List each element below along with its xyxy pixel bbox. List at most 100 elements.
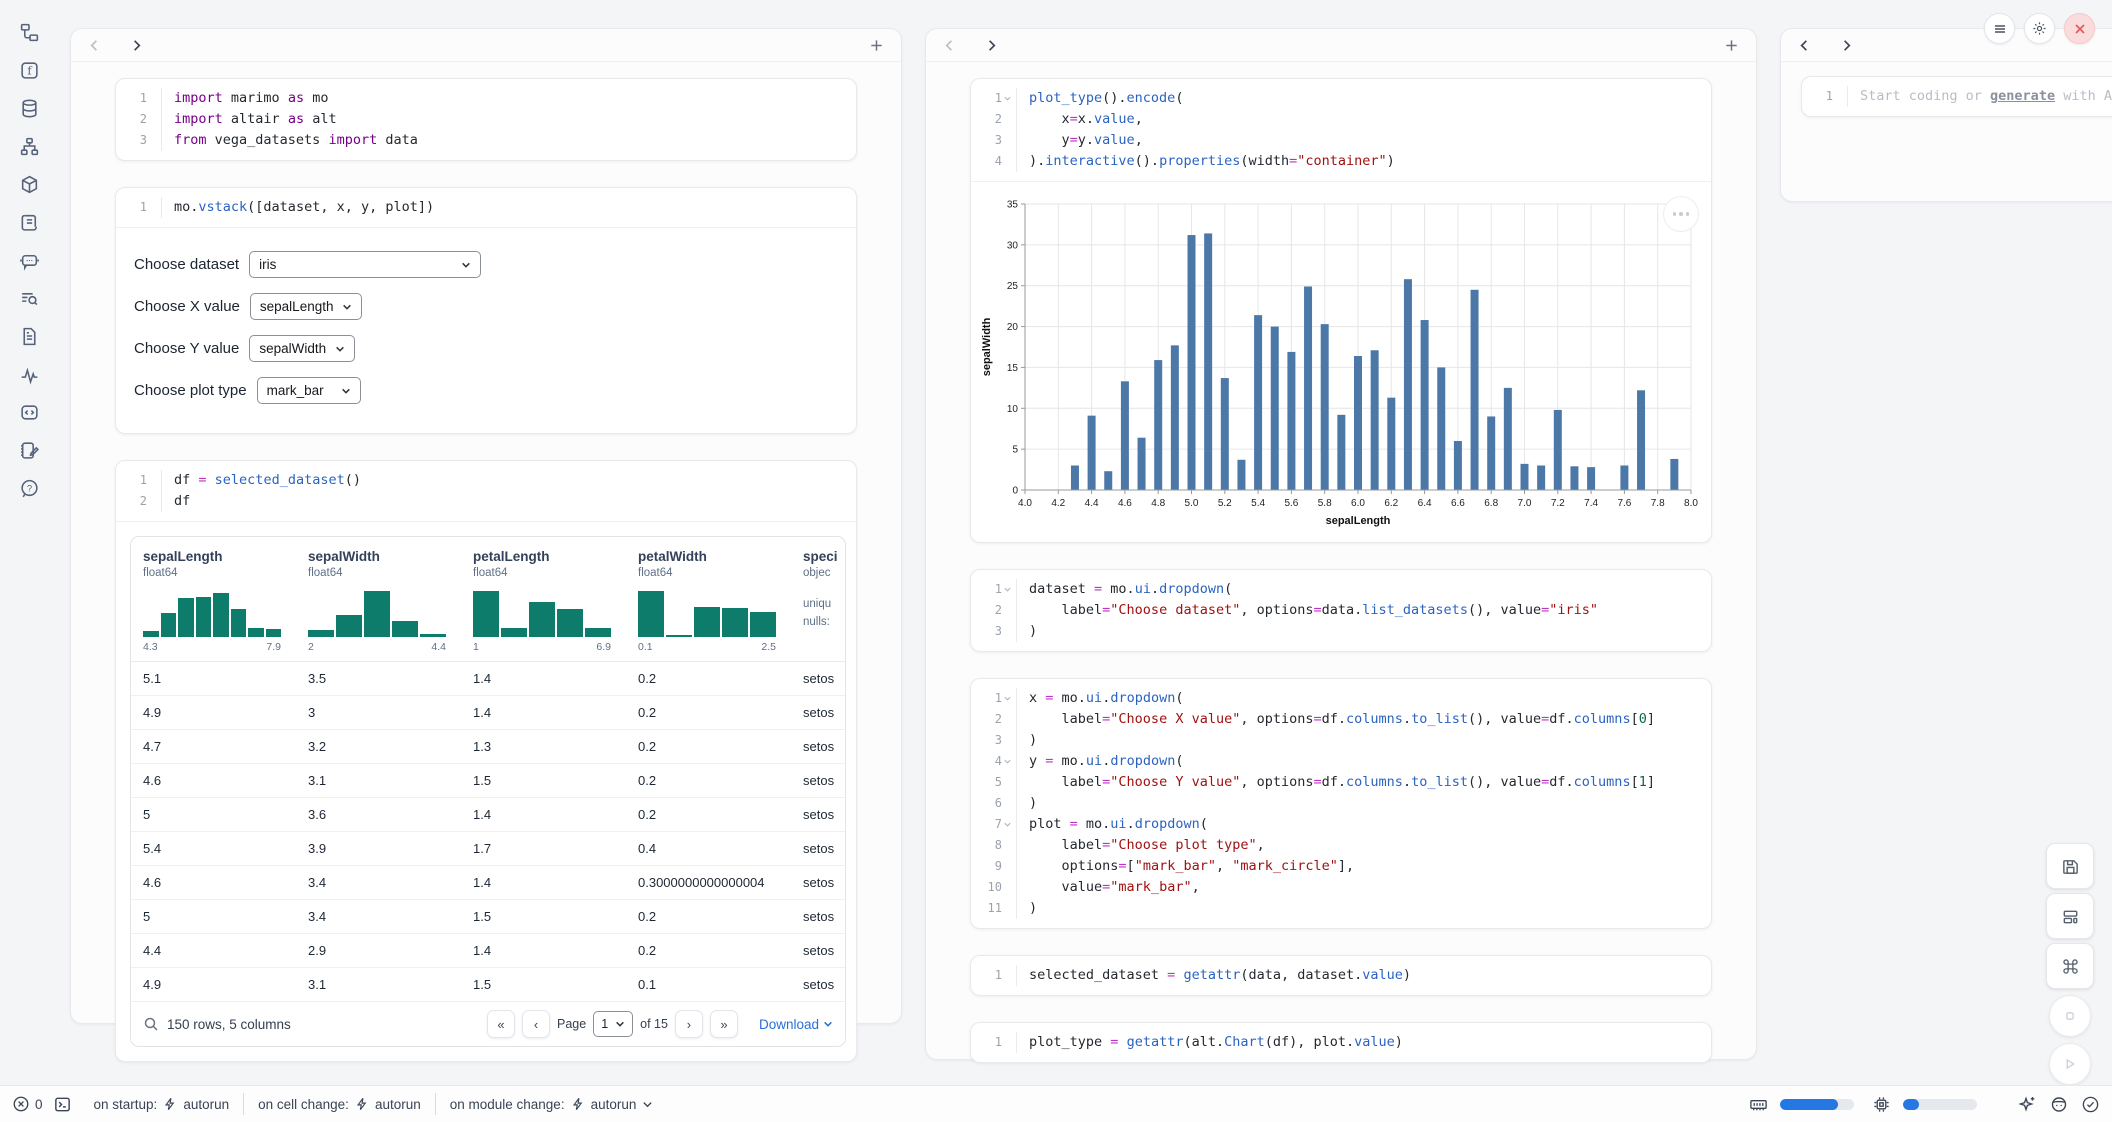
layout-button[interactable] [2046, 893, 2094, 939]
code-editor[interactable]: 1dataset = mo.ui.dropdown(2 label="Choos… [971, 570, 1711, 651]
functions-icon[interactable]: f [17, 58, 41, 82]
code-editor[interactable]: 1Start coding or generate with AI [1802, 77, 2112, 116]
keyboard-shortcuts-button[interactable] [2046, 943, 2094, 989]
table-cell: 3.1 [296, 773, 461, 788]
stop-button[interactable] [2049, 995, 2091, 1037]
scratchpad-icon[interactable] [17, 438, 41, 462]
code-editor[interactable]: 1plot_type = getattr(alt.Chart(df), plot… [971, 1023, 1711, 1062]
packages-icon[interactable] [17, 172, 41, 196]
svg-text:25: 25 [1007, 281, 1019, 292]
svg-text:f: f [27, 63, 32, 77]
search-icon[interactable] [143, 1016, 159, 1032]
table-cell: 3.5 [296, 671, 461, 686]
ai-sparkles-icon[interactable] [2017, 1094, 2037, 1114]
table-row[interactable]: 4.93.11.50.1setos [131, 968, 846, 1002]
table-row[interactable]: 5.43.91.70.4setos [131, 832, 846, 866]
column-prev-icon[interactable] [942, 37, 958, 53]
notebook-column-3: 1Start coding or generate with AI [1780, 28, 2112, 202]
table-row[interactable]: 4.63.41.40.3000000000000004setos [131, 866, 846, 900]
dropdown-select[interactable]: iris [249, 251, 481, 278]
first-page-button[interactable]: « [487, 1010, 515, 1038]
code-editor[interactable]: 1df = selected_dataset()2df [116, 461, 856, 521]
dependency-graph-icon[interactable] [17, 134, 41, 158]
on-cell-change-setting[interactable]: on cell change: autorun [244, 1097, 435, 1112]
table-row[interactable]: 5.13.51.40.2setos [131, 662, 846, 696]
menu-button[interactable] [1984, 13, 2015, 44]
file-tree-icon[interactable] [17, 20, 41, 44]
next-page-button[interactable]: › [675, 1010, 703, 1038]
tracing-icon[interactable] [17, 362, 41, 386]
documentation-icon[interactable] [17, 324, 41, 348]
download-button[interactable]: Download [759, 1017, 833, 1032]
table-row[interactable]: 4.931.40.2setos [131, 696, 846, 730]
column-next-icon[interactable] [129, 37, 145, 53]
table-cell: 4.6 [131, 875, 296, 890]
table-row[interactable]: 53.41.50.2setos [131, 900, 846, 934]
code-line: 1x = mo.ui.dropdown( [975, 688, 1699, 709]
on-module-change-setting[interactable]: on module change: autorun [436, 1097, 668, 1112]
table-cell: 1.5 [461, 773, 626, 788]
prev-page-button[interactable]: ‹ [522, 1010, 550, 1038]
code-line: 2 label="Choose X value", options=df.col… [975, 709, 1699, 730]
chart-actions-icon[interactable] [1663, 196, 1699, 232]
table-cell: 0.2 [626, 705, 791, 720]
code-line: 2df [120, 491, 844, 512]
cell-xyplot-dropdowns: 1x = mo.ui.dropdown(2 label="Choose X va… [970, 678, 1712, 929]
row-count-info: 150 rows, 5 columns [167, 1017, 291, 1032]
table-cell: 5 [131, 909, 296, 924]
logs-search-icon[interactable] [17, 286, 41, 310]
terminal-icon[interactable] [53, 1095, 72, 1114]
column-header: speciobjecuniqunulls: [791, 549, 846, 653]
table-cell: 3.4 [296, 909, 461, 924]
code-editor[interactable]: 1selected_dataset = getattr(data, datase… [971, 956, 1711, 995]
dropdown-select[interactable]: sepalLength [250, 293, 362, 320]
table-cell: setos [791, 773, 846, 788]
on-startup-setting[interactable]: on startup: autorun [80, 1097, 244, 1112]
cell-dataset-dropdown: 1dataset = mo.ui.dropdown(2 label="Choos… [970, 569, 1712, 652]
code-editor[interactable]: 1import marimo as mo2import altair as al… [116, 79, 856, 160]
table-cell: 0.2 [626, 909, 791, 924]
code-editor[interactable]: 1plot_type().encode(2 x=x.value,3 y=y.va… [971, 79, 1711, 181]
page-select[interactable]: 1 [593, 1011, 633, 1037]
add-cell-icon[interactable] [869, 37, 885, 53]
column-histogram [308, 591, 446, 637]
code-editor[interactable]: 1x = mo.ui.dropdown(2 label="Choose X va… [971, 679, 1711, 928]
column-prev-icon[interactable] [1797, 37, 1813, 53]
column-next-icon[interactable] [1839, 37, 1855, 53]
dropdown-row: Choose plot typemark_bar [134, 377, 838, 404]
code-line: 1mo.vstack([dataset, x, y, plot]) [120, 197, 844, 218]
settings-gear-icon[interactable] [2024, 13, 2055, 44]
run-button[interactable] [2049, 1043, 2091, 1085]
last-page-button[interactable]: » [710, 1010, 738, 1038]
table-row[interactable]: 53.61.40.2setos [131, 798, 846, 832]
marimo-assistant-icon[interactable] [2049, 1094, 2069, 1114]
ai-chat-icon[interactable] [17, 248, 41, 272]
scroll-log-icon[interactable] [17, 210, 41, 234]
table-cell: 5 [131, 807, 296, 822]
svg-text:6.4: 6.4 [1418, 498, 1432, 509]
table-cell: 2.9 [296, 943, 461, 958]
cell-plot-type: 1plot_type = getattr(alt.Chart(df), plot… [970, 1022, 1712, 1063]
table-row[interactable]: 4.42.91.40.2setos [131, 934, 846, 968]
column-next-icon[interactable] [984, 37, 1000, 53]
dropdown-select[interactable]: mark_bar [257, 377, 361, 404]
svg-text:4.0: 4.0 [1018, 498, 1032, 509]
help-icon[interactable]: ? [17, 476, 41, 500]
column-prev-icon[interactable] [87, 37, 103, 53]
on-cell-change-label: on cell change: [258, 1097, 349, 1112]
altair-bar-chart[interactable]: 4.04.24.44.64.85.05.25.45.65.86.06.26.46… [979, 194, 1703, 534]
close-button[interactable] [2064, 13, 2095, 44]
code-editor[interactable]: 1mo.vstack([dataset, x, y, plot]) [116, 188, 856, 227]
save-button[interactable] [2046, 843, 2094, 889]
column-histogram [143, 591, 281, 637]
database-icon[interactable] [17, 96, 41, 120]
add-cell-icon[interactable] [1724, 37, 1740, 53]
snippets-icon[interactable] [17, 400, 41, 424]
error-count-icon[interactable] [12, 1095, 30, 1113]
table-row[interactable]: 4.73.21.30.2setos [131, 730, 846, 764]
connection-status-icon[interactable] [2081, 1095, 2100, 1114]
table-cell: 5.4 [131, 841, 296, 856]
table-row[interactable]: 4.63.11.50.2setos [131, 764, 846, 798]
dropdown-select[interactable]: sepalWidth [249, 335, 355, 362]
code-line: 3) [975, 621, 1699, 642]
